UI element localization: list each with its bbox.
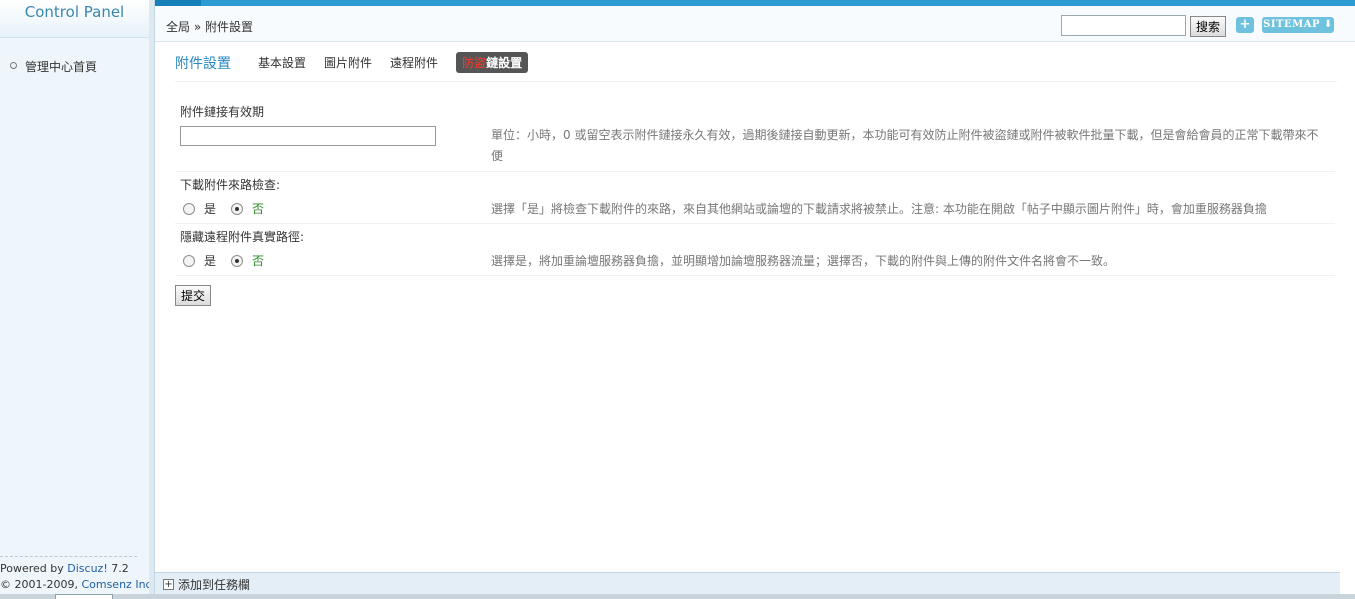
row-divider [175,275,1335,276]
tab-anti-leech-settings[interactable]: 防盜鏈設置 [456,52,529,73]
frame-divider[interactable] [149,0,155,599]
hide-path-no-radio[interactable] [231,254,244,267]
main-content: 附件設置 基本設置 圖片附件 遠程附件 防盜鏈設置 附件鏈接有效期 單位：小時，… [175,52,1337,306]
sidebar-footer: Powered by Discuz! 7.2 © 2001-2009, Coms… [0,556,155,593]
taskbar: + 添加到任務欄 [155,572,1340,594]
bullet-icon [10,62,17,69]
top-bar: 全局 » 附件設置 搜索 + SITEMAP ⬇ [155,0,1355,42]
tab-basic-settings[interactable]: 基本設置 [258,54,306,71]
search-input[interactable] [1061,15,1186,36]
tab-active-red-text: 防盜 [462,56,487,70]
breadcrumb: 全局 » 附件設置 [166,20,253,34]
add-to-taskbar[interactable]: + 添加到任務欄 [163,576,250,593]
tab-active-text: 鏈設置 [486,56,523,70]
hide-path-yes-label: 是 [204,254,217,268]
accent-bar [155,0,1355,6]
search-button[interactable]: 搜索 [1190,16,1226,37]
add-to-taskbar-label: 添加到任務欄 [178,578,251,592]
copyright: © 2001-2009, Comsenz Inc. [0,577,155,593]
tab-remote-attachments[interactable]: 遠程附件 [390,54,438,71]
settings-tabs: 附件設置 基本設置 圖片附件 遠程附件 防盜鏈設置 [175,52,1337,82]
comsenz-link[interactable]: Comsenz Inc. [81,578,155,591]
referer-check-label: 下載附件來路檢查: [180,178,281,192]
plus-box-icon: + [163,579,174,590]
tab-image-attachments[interactable]: 圖片附件 [324,54,372,71]
expiry-label: 附件鏈接有效期 [180,105,265,119]
referer-check-options: 是 否 [183,200,279,217]
powered-prefix: Powered by [0,562,68,575]
tab-title[interactable]: 附件設置 [175,53,231,73]
row-divider [175,223,1335,224]
hide-path-description: 選擇是，將加重論壇服務器負擔，並明顯增加論壇服務器流量；選擇否，下載的附件與上傳… [491,254,1116,268]
referer-no-radio[interactable] [231,202,244,215]
referer-yes-radio[interactable] [183,202,195,215]
row-divider [175,171,1335,172]
submit-button[interactable]: 提交 [175,285,211,306]
hide-path-options: 是 否 [183,252,279,269]
sitemap-button[interactable]: SITEMAP ⬇ [1262,17,1334,33]
sidebar-item-admin-home[interactable]: 管理中心首頁 [10,58,97,75]
hide-path-yes-radio[interactable] [183,254,195,267]
sidebar-item-label: 管理中心首頁 [25,60,98,74]
expiry-description: 單位：小時，0 或留空表示附件鏈接永久有效，過期後鏈接自動更新，本功能可有效防止… [491,128,1319,163]
expiry-input[interactable] [180,126,436,146]
referer-no-label: 否 [252,202,265,216]
plus-icon[interactable]: + [1236,17,1254,33]
hide-path-no-label: 否 [252,254,265,268]
discuz-link[interactable]: Discuz! [67,562,107,575]
window-bottom-strip [0,594,1355,599]
powered-by: Powered by Discuz! 7.2 [0,561,137,577]
control-panel-title: Control Panel [0,0,149,38]
window-bottom-tab[interactable] [55,594,113,599]
sidebar-menu: 管理中心首頁 [10,58,97,75]
sidebar: Control Panel 管理中心首頁 Powered by Discuz! … [0,0,155,599]
hide-path-label: 隱藏遠程附件真實路徑: [180,230,305,244]
copyright-prefix: © 2001-2009, [0,578,82,591]
version-text: 7.2 [107,562,129,575]
referer-yes-label: 是 [204,202,217,216]
accent-tab [155,0,201,6]
referer-check-description: 選擇「是」將檢查下載附件的來路，來自其他網站或論壇的下載請求將被禁止。注意: 本… [491,202,1267,216]
